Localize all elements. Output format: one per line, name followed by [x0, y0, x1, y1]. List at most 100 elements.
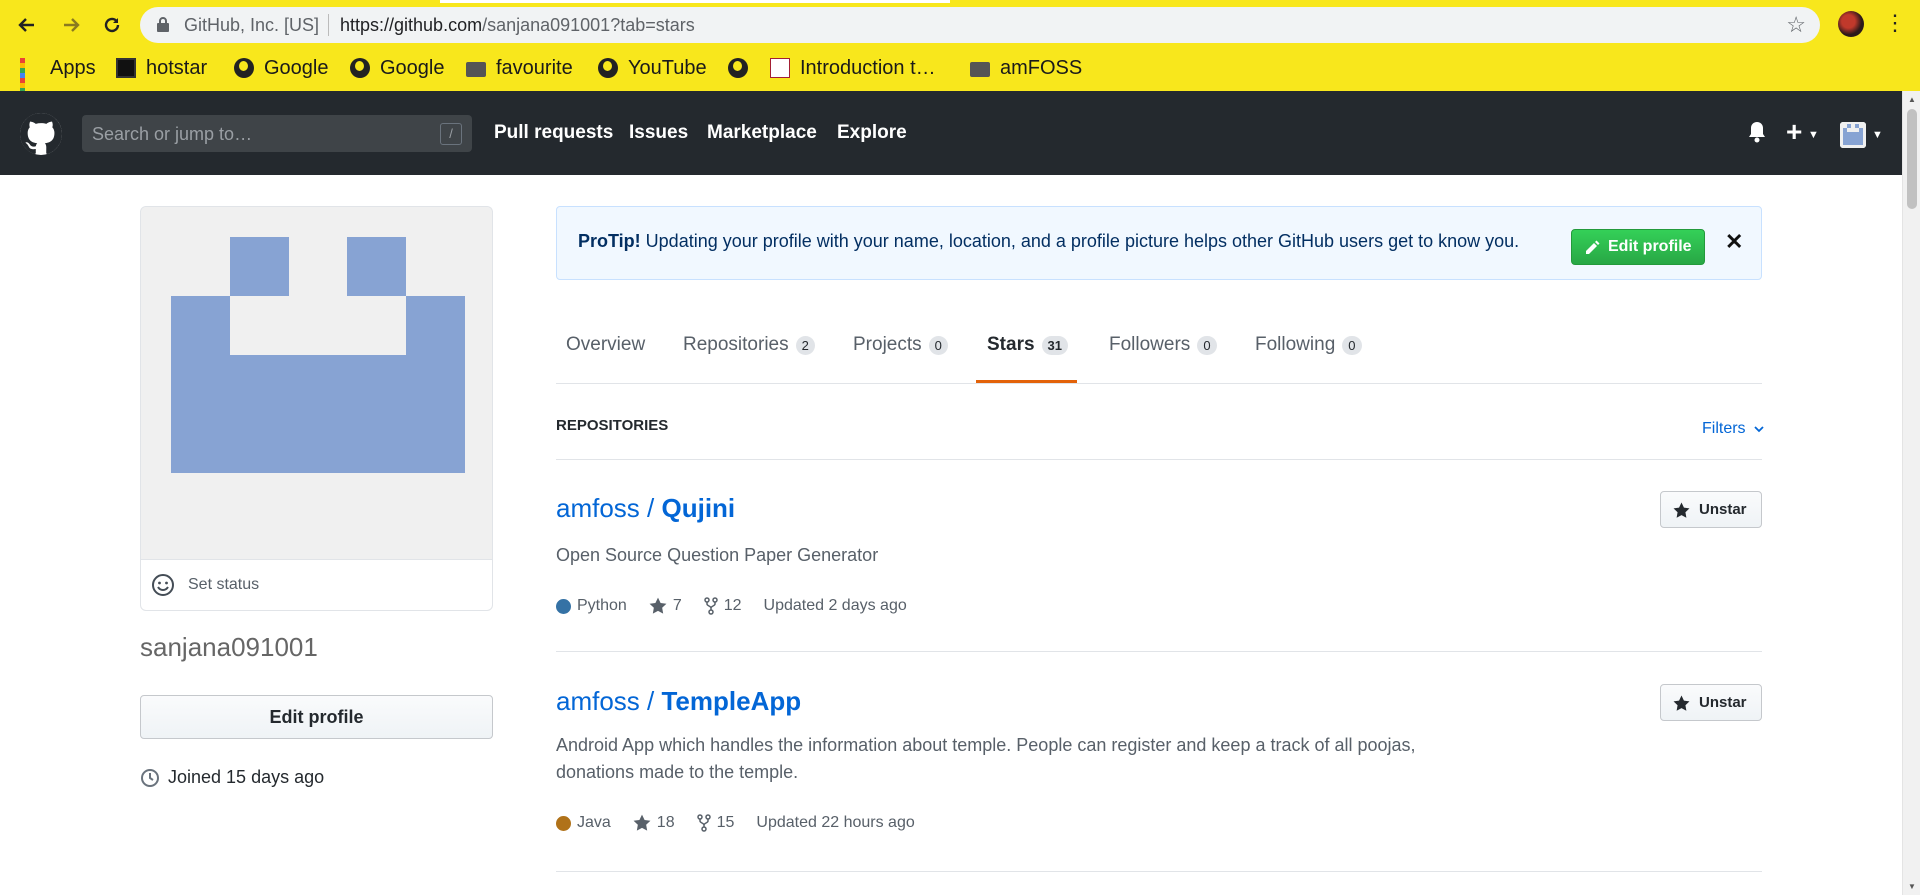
bookmark-apps[interactable]: Apps: [20, 54, 96, 103]
star-count: 7: [672, 597, 682, 614]
user-avatar-menu[interactable]: [1840, 122, 1866, 148]
repo-meta: Python 7 12 Updated 2 days ago: [556, 597, 929, 615]
repo-owner: amfoss: [556, 493, 640, 523]
nav-pull-requests[interactable]: Pull requests: [494, 122, 613, 144]
bookmark-star-icon[interactable]: ☆: [1786, 12, 1806, 38]
repo-owner: amfoss: [556, 686, 640, 716]
bookmark-label: Introduction t…: [800, 56, 936, 79]
bookmark-label: Apps: [50, 56, 96, 79]
page-scrollbar[interactable]: ▲ ▼: [1902, 91, 1920, 895]
tab-count: 2: [795, 335, 815, 355]
repo-description: Android App which handles the informatio…: [556, 735, 1416, 782]
unstar-button[interactable]: Unstar: [1660, 491, 1762, 528]
repo-link[interactable]: amfoss / Qujini: [556, 493, 735, 524]
repo-forks-link[interactable]: 12: [703, 597, 742, 615]
repo-name: TempleApp: [661, 686, 802, 716]
tab-overview[interactable]: Overview: [566, 334, 645, 356]
create-new-plus-icon[interactable]: +: [1786, 116, 1802, 148]
bookmark-label: hotstar: [146, 56, 208, 79]
star-count: 18: [656, 814, 675, 831]
github-logo-icon[interactable]: [20, 113, 62, 155]
tab-label: Repositories: [683, 334, 789, 355]
set-status-button[interactable]: Set status: [140, 559, 493, 611]
tab-label: Following: [1255, 334, 1336, 355]
omnibox-separator: [328, 14, 329, 36]
back-button[interactable]: [12, 10, 42, 40]
reload-button[interactable]: [97, 10, 127, 40]
repo-link[interactable]: amfoss / TempleApp: [556, 686, 801, 717]
lock-icon: [157, 17, 169, 32]
language-color-dot: [556, 815, 571, 831]
fork-count: 15: [716, 814, 735, 831]
repo-language: Java: [556, 814, 611, 832]
forward-button[interactable]: [56, 10, 86, 40]
url-text[interactable]: https://github.com/sanjana091001?tab=sta…: [340, 15, 695, 36]
browser-menu-icon[interactable]: ⋮: [1884, 10, 1906, 36]
bookmark-amfoss[interactable]: amFOSS: [970, 54, 1082, 82]
search-placeholder: Search or jump to…: [92, 124, 253, 144]
bookmark-favourite[interactable]: favourite: [466, 54, 573, 82]
bookmark-google-1[interactable]: Google: [234, 54, 329, 82]
site-identity: GitHub, Inc. [US]: [184, 15, 320, 35]
star-icon: [1673, 695, 1690, 711]
close-icon[interactable]: ✕: [1725, 229, 1743, 255]
tab-followers[interactable]: Followers 0: [1109, 334, 1217, 356]
bookmark-youtube[interactable]: YouTube: [598, 54, 707, 82]
browser-profile-avatar[interactable]: [1838, 11, 1864, 37]
protip-edit-profile-button[interactable]: Edit profile: [1571, 229, 1705, 265]
set-status-label: Set status: [188, 576, 260, 593]
address-bar[interactable]: GitHub, Inc. [US] https://github.com/san…: [140, 7, 1820, 43]
tab-count: 0: [1197, 335, 1217, 355]
tab-projects[interactable]: Projects 0: [853, 334, 948, 356]
repo-updated: Updated 22 hours ago: [756, 814, 915, 831]
browser-toolbar: GitHub, Inc. [US] https://github.com/san…: [0, 0, 1920, 103]
nav-issues[interactable]: Issues: [629, 122, 688, 144]
nav-marketplace[interactable]: Marketplace: [707, 122, 817, 144]
protip-button-label: Edit profile: [1608, 238, 1692, 255]
scroll-down-arrow-icon[interactable]: ▼: [1908, 882, 1916, 891]
reload-icon: [104, 17, 120, 33]
active-tab-stripe: [440, 0, 950, 3]
tab-stars[interactable]: Stars 31: [987, 334, 1068, 356]
edit-profile-button[interactable]: Edit profile: [140, 695, 493, 739]
divider: [556, 871, 1762, 872]
tab-following[interactable]: Following 0: [1255, 334, 1362, 356]
joined-date: Joined 15 days ago: [140, 767, 324, 788]
notifications-bell-icon[interactable]: [1748, 121, 1766, 143]
divider: [556, 459, 1762, 460]
bookmark-untitled[interactable]: [728, 54, 758, 82]
globe-icon: [350, 58, 370, 78]
language-label: Python: [577, 597, 627, 614]
repo-updated: Updated 2 days ago: [763, 597, 907, 614]
chevron-down-icon: ▼: [1808, 129, 1819, 141]
language-color-dot: [556, 598, 571, 614]
filters-label: Filters: [1702, 420, 1746, 437]
profile-avatar[interactable]: [140, 206, 493, 559]
tab-repositories[interactable]: Repositories 2: [683, 334, 815, 356]
octocat-icon: [20, 113, 62, 154]
bookmark-mit-ocw[interactable]: Introduction t…: [770, 54, 936, 82]
selected-tab-indicator: [976, 380, 1077, 383]
joined-label: Joined 15 days ago: [168, 767, 325, 787]
nav-explore[interactable]: Explore: [837, 122, 907, 144]
bookmark-label: Google: [264, 56, 329, 79]
smiley-icon: [152, 574, 174, 596]
filters-dropdown[interactable]: Filters: [1702, 420, 1764, 438]
fork-icon: [696, 814, 711, 832]
bookmark-hotstar[interactable]: hotstar: [116, 54, 207, 82]
repo-forks-link[interactable]: 15: [696, 814, 735, 832]
repo-description: Open Source Question Paper Generator: [556, 545, 879, 565]
unstar-button[interactable]: Unstar: [1660, 684, 1762, 721]
globe-icon: [728, 58, 748, 78]
repo-stars-link[interactable]: 7: [649, 597, 682, 615]
scrollbar-thumb[interactable]: [1907, 109, 1917, 209]
tab-count: 31: [1041, 335, 1068, 355]
profile-tabs: Overview Repositories 2 Projects 0 Stars…: [556, 314, 1762, 384]
tab-label: Stars: [987, 334, 1035, 355]
repo-stars-link[interactable]: 18: [633, 814, 675, 832]
url-host: https://github.com: [340, 15, 483, 35]
search-shortcut-key: /: [440, 123, 462, 145]
bookmark-google-2[interactable]: Google: [350, 54, 445, 82]
github-search-input[interactable]: Search or jump to… /: [82, 115, 472, 152]
scroll-up-arrow-icon[interactable]: ▲: [1908, 95, 1916, 104]
